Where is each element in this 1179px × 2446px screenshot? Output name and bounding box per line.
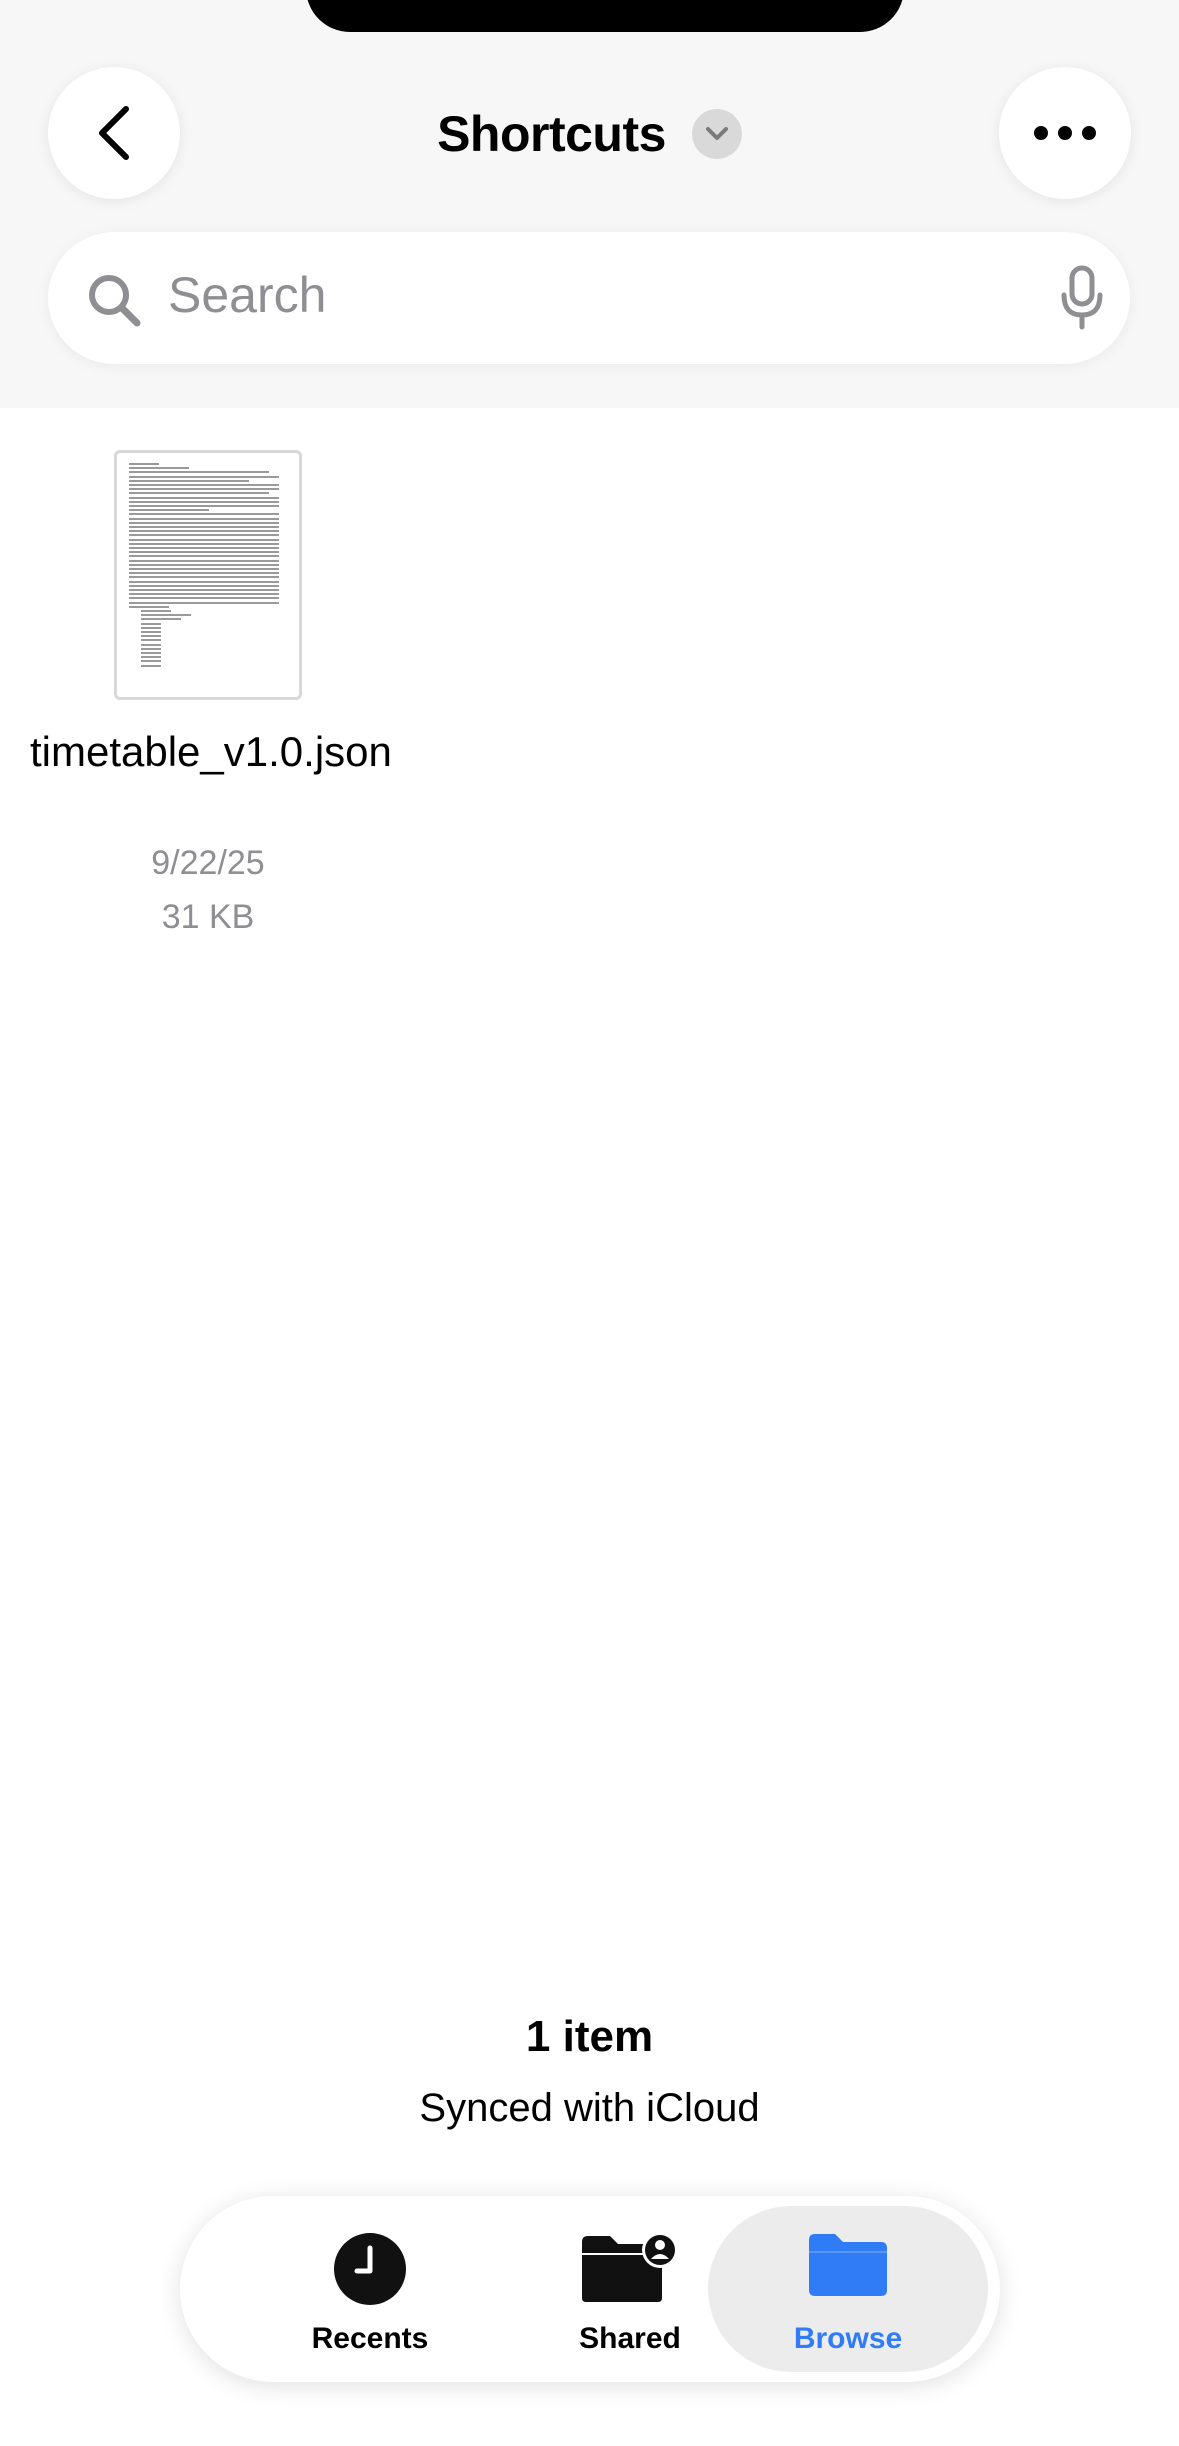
search-bar[interactable]: Search — [48, 232, 1130, 364]
tab-bar: Recents Shared Browse — [180, 2196, 1000, 2382]
thumbnail-text-line — [129, 601, 279, 604]
thumbnail-text-line — [129, 521, 279, 524]
file-size: 31 KB — [161, 898, 255, 936]
thumbnail-text-line — [129, 492, 269, 495]
file-name: timetable_v1.0.json — [30, 728, 392, 775]
file-date: 9/22/25 — [151, 844, 265, 882]
thumbnail-text-line — [129, 505, 279, 507]
thumbnail-text-line — [129, 509, 209, 512]
file-thumbnail[interactable] — [114, 450, 302, 700]
thumbnail-text-line — [129, 563, 279, 566]
thumbnail-text-line — [129, 538, 279, 541]
thumbnail-text-line — [141, 618, 181, 621]
thumbnail-text-line — [129, 580, 279, 583]
thumbnail-text-line — [129, 513, 279, 516]
thumbnail-text-line — [129, 534, 279, 537]
thumbnail-text-line — [141, 664, 161, 667]
tab-label: Browse — [793, 2322, 903, 2355]
thumbnail-text-line — [129, 597, 279, 600]
microphone-icon[interactable] — [1060, 265, 1104, 331]
thumbnail-text-line — [129, 542, 279, 545]
thumbnail-text-line — [129, 589, 279, 591]
thumbnail-text-line — [129, 475, 279, 478]
thumbnail-text-line — [129, 467, 189, 470]
thumbnail-text-line — [129, 551, 279, 554]
thumbnail-text-line — [141, 656, 161, 659]
thumbnail-text-line — [141, 647, 161, 650]
thumbnail-text-line — [129, 463, 159, 465]
sync-status: Synced with iCloud — [419, 2086, 760, 2130]
thumbnail-text-line — [129, 605, 169, 608]
thumbnail-text-line — [129, 559, 279, 562]
thumbnail-text-line — [141, 660, 161, 663]
thumbnail-text-line — [129, 526, 279, 528]
thumbnail-text-line — [129, 555, 279, 558]
more-options-button[interactable] — [999, 67, 1131, 199]
thumbnail-text-line — [129, 484, 279, 486]
ellipsis-icon — [1034, 126, 1096, 140]
search-icon — [89, 275, 141, 327]
thumbnail-text-line — [129, 488, 279, 491]
thumbnail-text-line — [129, 576, 279, 579]
thumbnail-text-line — [129, 471, 269, 474]
thumbnail-text-line — [129, 584, 279, 587]
thumbnail-text-line — [129, 572, 279, 575]
thumbnail-text-line — [141, 639, 161, 642]
tab-recents[interactable]: Recents — [230, 2206, 510, 2372]
item-count: 1 item — [525, 2012, 654, 2061]
thumbnail-text-line — [141, 631, 161, 633]
thumbnail-text-line — [141, 643, 161, 646]
thumbnail-text-line — [129, 496, 279, 499]
thumbnail-text-line — [141, 652, 161, 654]
clock-icon — [334, 2233, 406, 2305]
thumbnail-text-line — [129, 500, 279, 503]
thumbnail-text-line — [129, 547, 279, 549]
thumbnail-text-line — [129, 517, 279, 520]
thumbnail-text-line — [141, 635, 161, 638]
chevron-down-icon[interactable] — [691, 109, 742, 159]
thumbnail-text-line — [141, 610, 171, 612]
thumbnail-text-line — [141, 622, 161, 625]
thumbnail-text-line — [129, 593, 279, 596]
tab-label: Recents — [311, 2322, 429, 2355]
shared-folder-icon — [582, 2232, 678, 2302]
folder-icon — [809, 2234, 887, 2296]
thumbnail-text-line — [141, 614, 191, 617]
thumbnail-text-line — [141, 626, 161, 629]
page-title: Shortcuts — [437, 106, 666, 162]
thumbnail-text-line — [129, 530, 279, 533]
dynamic-island — [306, 0, 904, 32]
tab-browse[interactable]: Browse — [708, 2206, 988, 2372]
thumbnail-text-line — [129, 479, 249, 482]
search-input[interactable]: Search — [168, 266, 326, 324]
thumbnail-text-line — [129, 568, 279, 570]
